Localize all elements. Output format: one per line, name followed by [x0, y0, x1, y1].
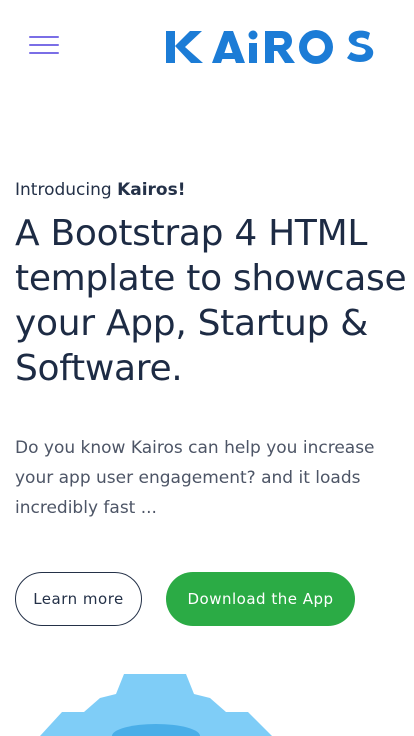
download-app-button[interactable]: Download the App [166, 572, 355, 626]
menu-line [29, 44, 59, 46]
hero-headline: A Bootstrap 4 HTML template to showcase … [15, 213, 407, 389]
menu-line [29, 52, 59, 54]
navbar [0, 0, 414, 90]
hero-lead: Do you know Kairos can help you increase… [15, 438, 375, 518]
hamburger-menu-icon[interactable] [27, 33, 61, 57]
intro-text: Introducing Kairos! [15, 180, 405, 200]
page: Introducing Kairos! A Bootstrap 4 HTML t… [0, 0, 414, 736]
brand-logo[interactable] [164, 25, 384, 67]
intro-brand: Kairos! [117, 180, 186, 200]
intro-prefix: Introducing [15, 180, 118, 200]
kairos-logo [166, 30, 374, 64]
learn-more-button[interactable]: Learn more [15, 572, 142, 626]
menu-line [29, 36, 59, 38]
gear-icon [40, 674, 272, 736]
